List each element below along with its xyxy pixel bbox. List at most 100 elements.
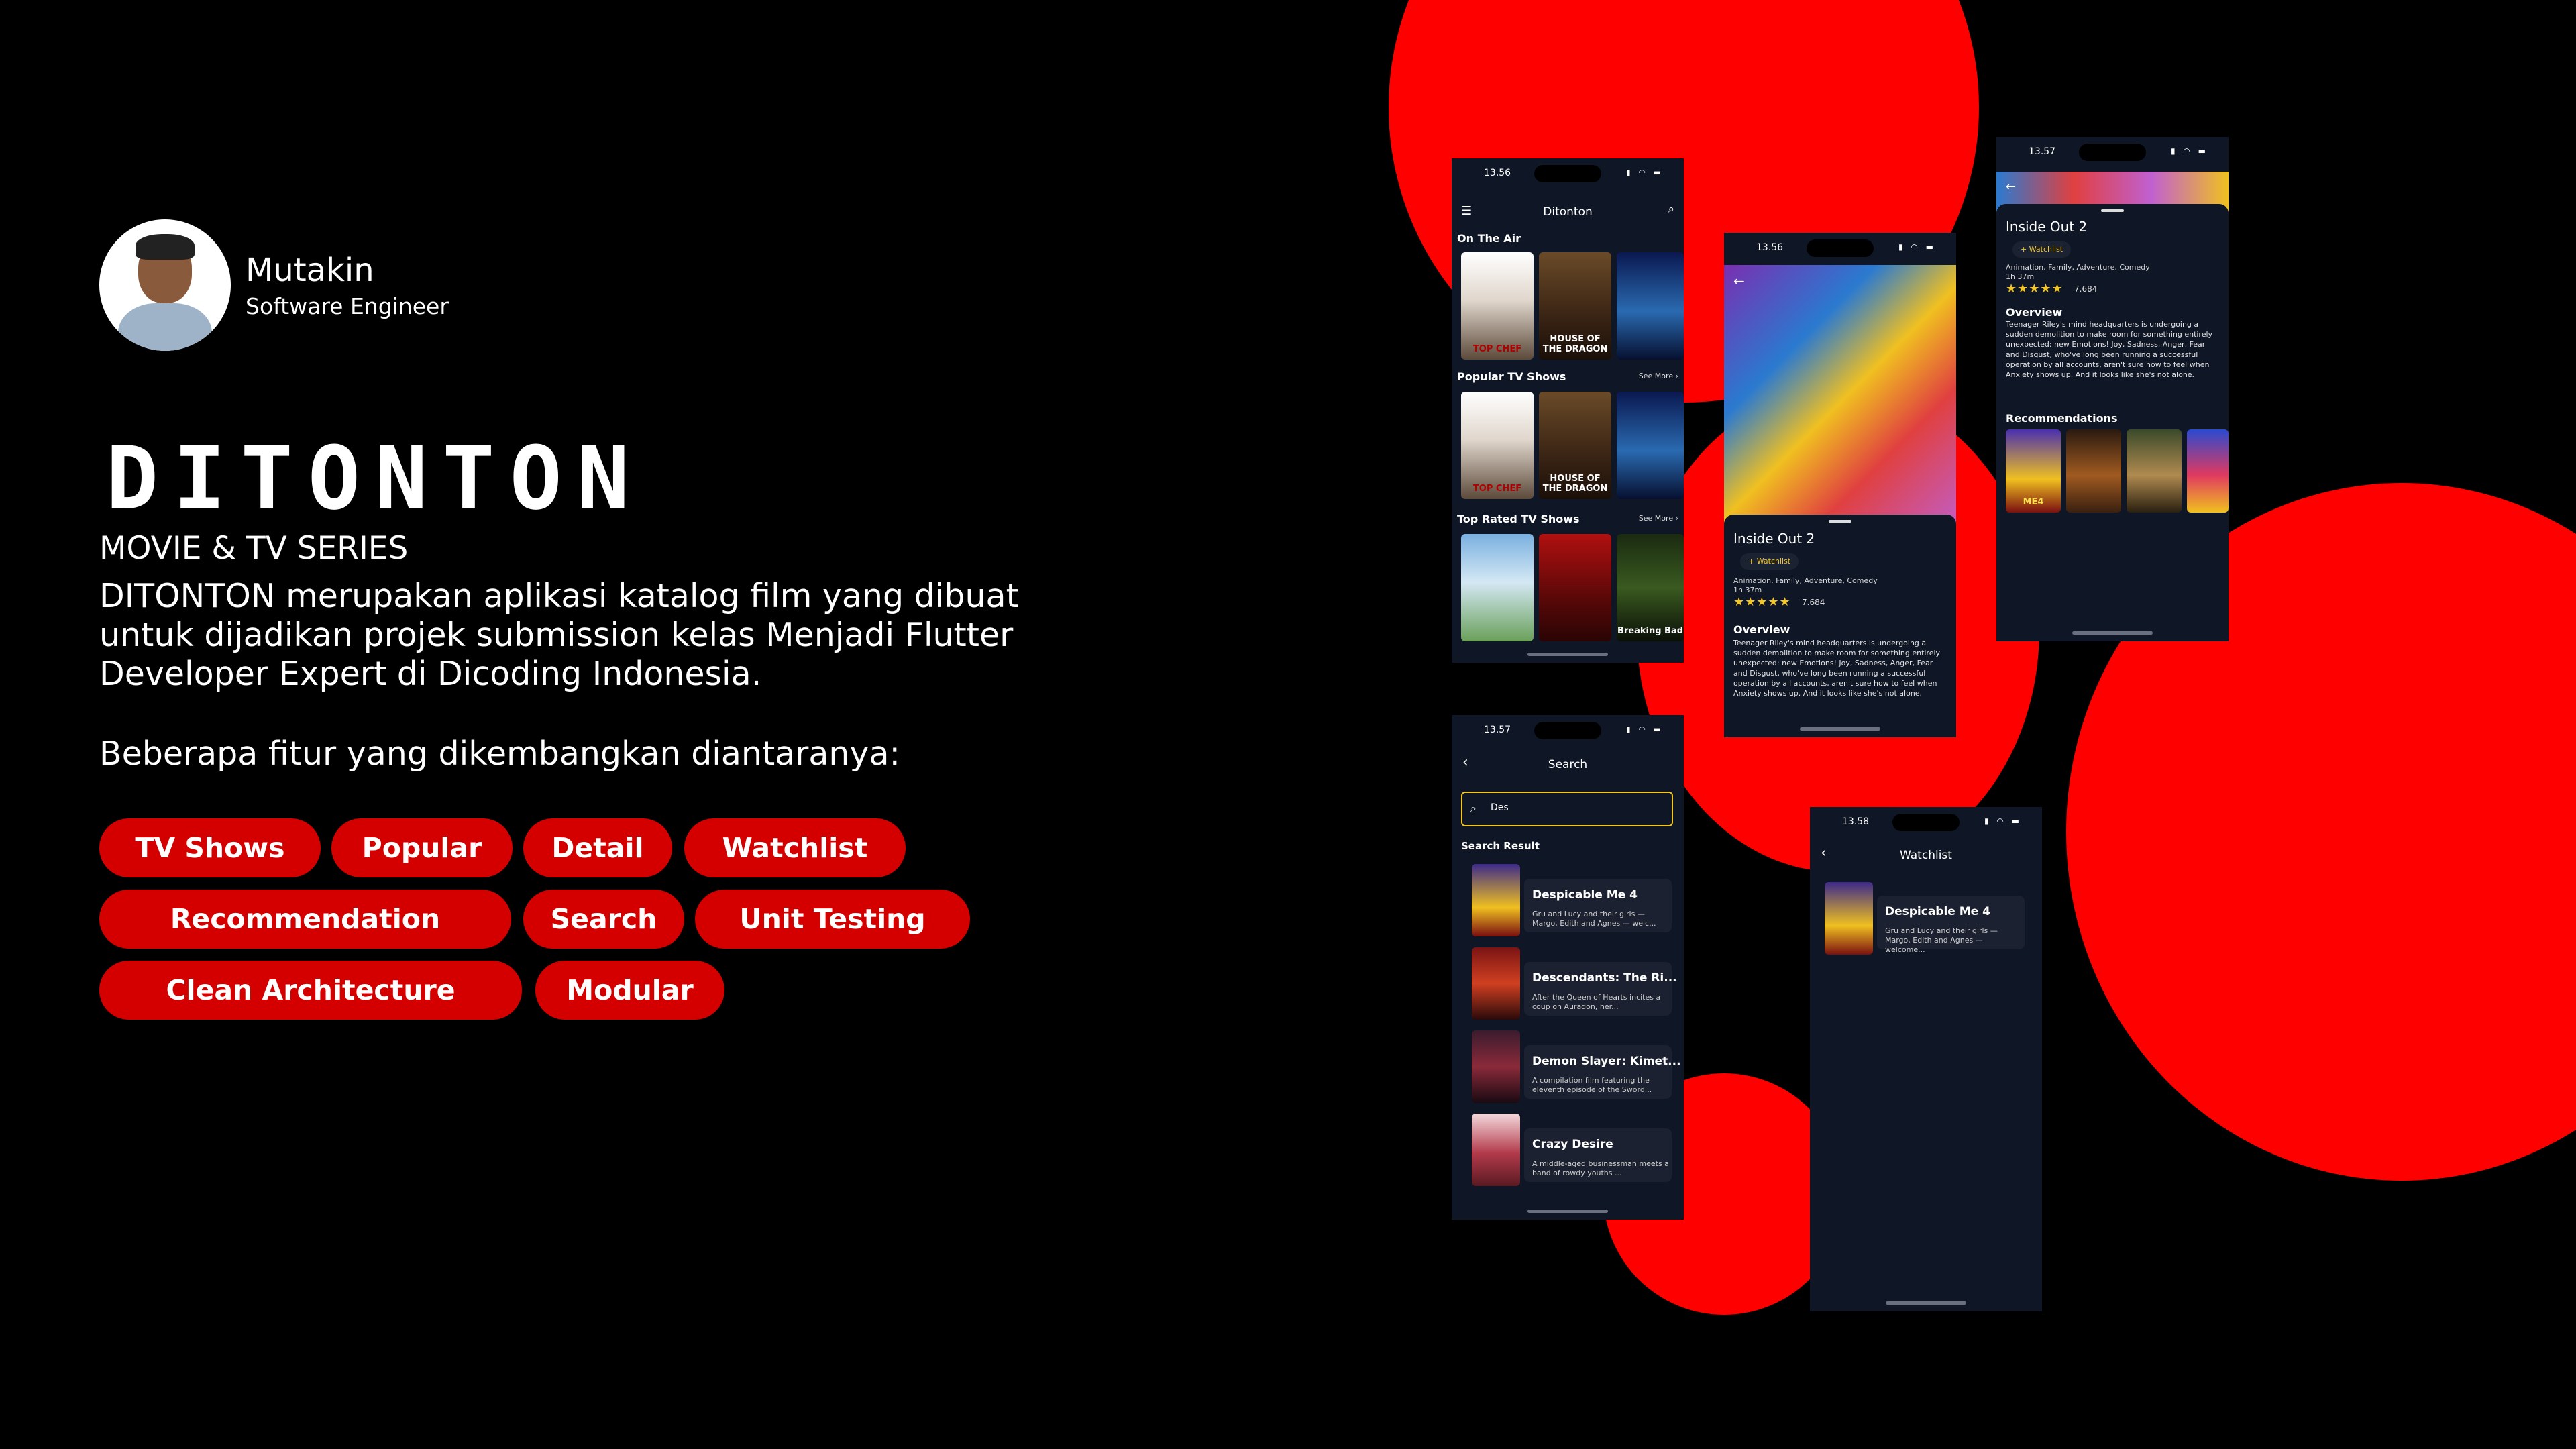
watchlist-button[interactable]: + Watchlist	[2012, 241, 2072, 258]
see-more-popular[interactable]: See More ›	[1639, 372, 1678, 380]
movie-title: Inside Out 2	[2006, 219, 2088, 235]
sheet-handle	[2101, 209, 2124, 212]
status-bar: 13.56 ▮ ◠ ▬	[1452, 158, 1684, 188]
feature-chip-tv-shows: TV Shows	[99, 818, 321, 877]
feature-chip-popular: Popular	[331, 818, 513, 877]
home-indicator	[2072, 631, 2153, 635]
poster-card[interactable]: TOP CHEF	[1461, 392, 1534, 499]
result-overview: After the Queen of Hearts incites a coup…	[1532, 993, 1661, 1011]
search-query: Des	[1491, 802, 1509, 813]
recommendation-poster[interactable]	[2187, 429, 2229, 513]
overview-text: Teenager Riley's mind headquarters is un…	[1733, 639, 1941, 698]
chevron-right-icon: ›	[1675, 514, 1678, 523]
overview-text: Teenager Riley's mind headquarters is un…	[2006, 320, 2213, 379]
back-arrow-icon[interactable]: ←	[2006, 180, 2016, 194]
feature-chip-watchlist: Watchlist	[684, 818, 906, 877]
search-result-item[interactable]: Crazy Desire A middle-aged businessman m…	[1452, 1114, 1684, 1189]
overview-heading: Overview	[1733, 623, 1790, 636]
app-logo: DITONTON	[106, 427, 645, 529]
movie-runtime: 1h 37m	[1733, 586, 1762, 594]
search-input[interactable]: ⌕ Des	[1461, 792, 1673, 826]
features-intro: Beberapa fitur yang dikembangkan diantar…	[99, 735, 900, 773]
recommendation-poster[interactable]: ME4	[2006, 429, 2061, 513]
watchlist-item[interactable]: Despicable Me 4 Gru and Lucy and their g…	[1810, 882, 2042, 957]
section-top-rated-tv-shows: Top Rated TV Shows	[1457, 513, 1580, 525]
result-poster	[1472, 947, 1520, 1020]
presentation-canvas: Mutakin Software Engineer DITONTON MOVIE…	[0, 0, 2576, 1449]
result-poster	[1472, 864, 1520, 936]
phone-detail-scrolled-screen: 13.57 ▮ ◠ ▬ ← Inside Out 2 + Watchlist A…	[1996, 137, 2229, 641]
phone-watchlist-screen: 13.58 ▮ ◠ ▬ ‹ Watchlist Despicable Me 4 …	[1810, 807, 2042, 1311]
see-more-top-rated[interactable]: See More ›	[1639, 514, 1678, 523]
status-bar: 13.57 ▮ ◠ ▬	[1452, 715, 1684, 745]
tagline: MOVIE & TV SERIES	[99, 530, 409, 567]
result-poster	[1472, 1114, 1520, 1186]
feature-chip-clean-architecture: Clean Architecture	[99, 961, 522, 1020]
status-time: 13.56	[1484, 168, 1511, 178]
movie-title: Inside Out 2	[1733, 531, 1815, 547]
sheet-handle	[1829, 520, 1851, 523]
search-result-item[interactable]: Descendants: The Ri... After the Queen o…	[1452, 947, 1684, 1022]
app-bar-title: Search	[1548, 758, 1588, 771]
home-indicator	[1800, 727, 1880, 731]
poster-card[interactable]: TOP CHEF	[1461, 252, 1534, 360]
back-arrow-icon[interactable]: ←	[1733, 273, 1745, 289]
feature-chip-unit-testing: Unit Testing	[695, 890, 970, 949]
status-time: 13.57	[2029, 146, 2056, 157]
poster-card[interactable]: HOUSE OF THE DRAGON	[1539, 392, 1611, 499]
phone-detail-screen: 13.56 ▮ ◠ ▬ ← Inside Out 2 + Watchlist A…	[1724, 233, 1956, 737]
status-bar: 13.57 ▮ ◠ ▬	[1996, 137, 2229, 166]
rating-value: 7.684	[1802, 598, 1825, 607]
status-icons: ▮ ◠ ▬	[2170, 146, 2208, 156]
section-popular-tv-shows: Popular TV Shows	[1457, 370, 1566, 383]
poster-card[interactable]	[1461, 534, 1534, 641]
home-indicator	[1527, 653, 1608, 656]
recommendation-poster[interactable]	[2066, 429, 2121, 513]
poster-card[interactable]	[1617, 392, 1684, 499]
status-bar: 13.58 ▮ ◠ ▬	[1810, 807, 2042, 837]
search-result-heading: Search Result	[1461, 840, 1540, 852]
poster-card[interactable]: HOUSE OF THE DRAGON	[1539, 252, 1611, 360]
app-bar-title: Watchlist	[1900, 849, 1952, 862]
movie-backdrop	[1724, 265, 1956, 540]
home-indicator	[1527, 1210, 1608, 1213]
profile-text: Mutakin Software Engineer	[246, 252, 449, 319]
search-result-item[interactable]: Despicable Me 4 Gru and Lucy and their g…	[1452, 864, 1684, 939]
result-title: Despicable Me 4	[1532, 888, 1638, 902]
avatar	[99, 219, 231, 351]
profile-header: Mutakin Software Engineer	[99, 219, 449, 351]
search-icon: ⌕	[1470, 802, 1477, 814]
status-time: 13.56	[1756, 242, 1784, 253]
poster-card[interactable]: Breaking Bad	[1617, 534, 1684, 641]
result-poster	[1472, 1030, 1520, 1103]
watchlist-overview: Gru and Lucy and their girls — Margo, Ed…	[1885, 926, 1998, 954]
watchlist-poster	[1825, 882, 1873, 955]
status-icons: ▮ ◠ ▬	[1898, 242, 1936, 252]
result-overview: Gru and Lucy and their girls — Margo, Ed…	[1532, 910, 1656, 928]
search-result-item[interactable]: Demon Slayer: Kimet... A compilation fil…	[1452, 1030, 1684, 1106]
search-icon[interactable]: ⌕	[1668, 203, 1674, 216]
result-title: Crazy Desire	[1532, 1138, 1613, 1151]
feature-chip-detail: Detail	[523, 818, 672, 877]
phone-home-screen: 13.56 ▮ ◠ ▬ ☰ Ditonton ⌕ On The Air TOP …	[1452, 158, 1684, 663]
poster-card[interactable]	[1617, 252, 1684, 360]
section-on-the-air: On The Air	[1457, 232, 1521, 245]
poster-card[interactable]	[1539, 534, 1611, 641]
profile-role: Software Engineer	[246, 292, 449, 319]
phone-search-screen: 13.57 ▮ ◠ ▬ ‹ Search ⌕ Des Search Result…	[1452, 715, 1684, 1220]
watchlist-button[interactable]: + Watchlist	[1740, 553, 1799, 570]
movie-genres: Animation, Family, Adventure, Comedy	[1733, 576, 1878, 585]
detail-sheet: Inside Out 2 + Watchlist Animation, Fami…	[1724, 515, 1956, 737]
result-title: Descendants: The Ri...	[1532, 971, 1677, 985]
feature-chip-search: Search	[523, 890, 684, 949]
status-bar: 13.56 ▮ ◠ ▬	[1724, 233, 1956, 262]
recommendations-heading: Recommendations	[2006, 412, 2118, 425]
status-time: 13.57	[1484, 724, 1511, 735]
result-overview: A middle-aged businessman meets a band o…	[1532, 1159, 1669, 1177]
status-icons: ▮ ◠ ▬	[1984, 816, 2022, 826]
overview-heading: Overview	[2006, 306, 2063, 319]
movie-genres: Animation, Family, Adventure, Comedy	[2006, 263, 2150, 272]
recommendation-poster[interactable]	[2127, 429, 2182, 513]
rating-stars: ★★★★★	[1733, 595, 1791, 609]
movie-runtime: 1h 37m	[2006, 272, 2035, 281]
